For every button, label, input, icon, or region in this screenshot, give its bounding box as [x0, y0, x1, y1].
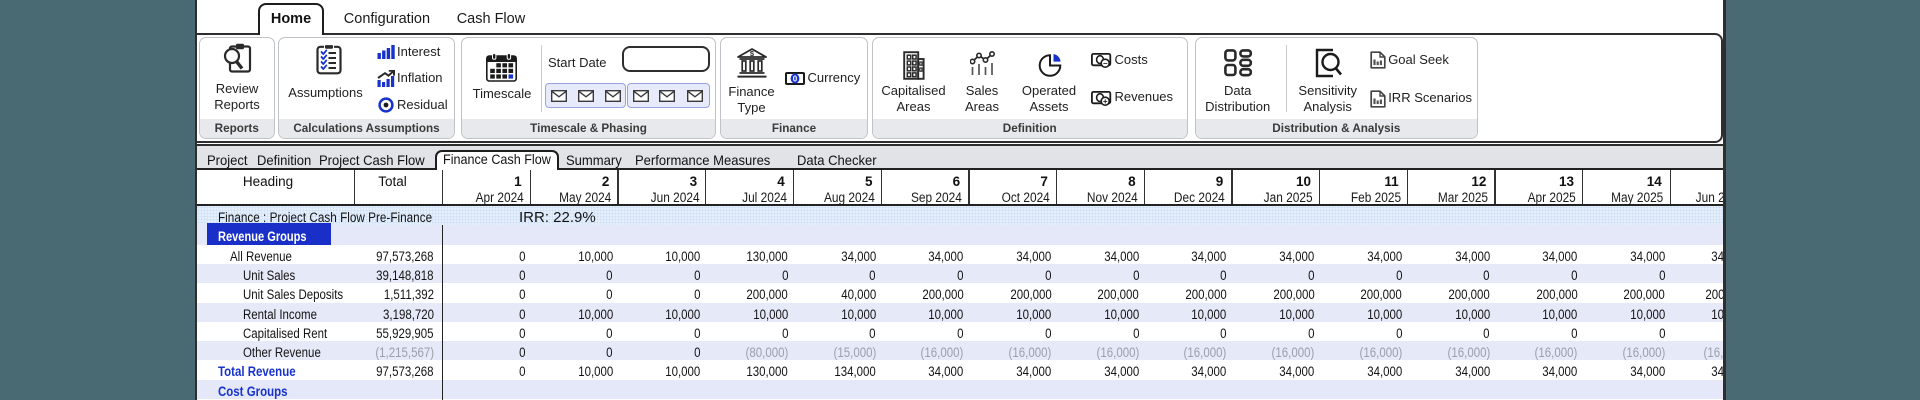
- svg-text:−: −: [1103, 59, 1108, 68]
- svg-text:+: +: [1103, 97, 1108, 106]
- svg-text:0: 0: [792, 74, 797, 83]
